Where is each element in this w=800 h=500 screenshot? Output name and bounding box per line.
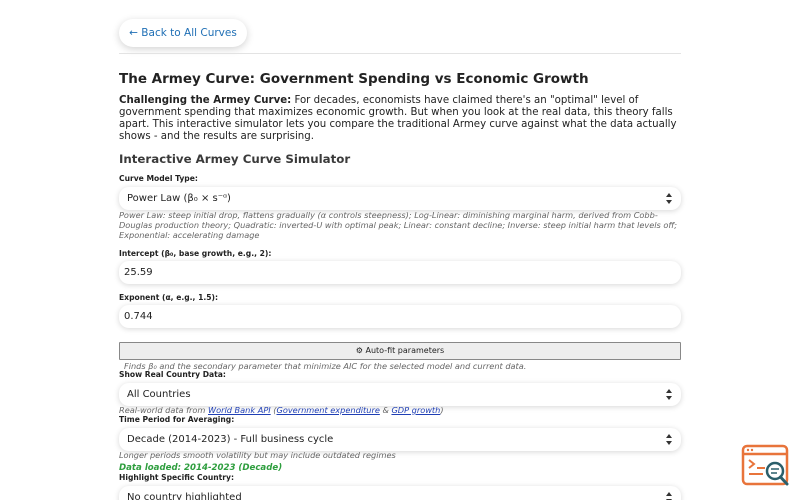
time-period-label: Time Period for Averaging: (119, 415, 235, 424)
intro-bold: Challenging the Armey Curve: (119, 95, 292, 106)
back-to-curves-button[interactable]: ← Back to All Curves (119, 19, 247, 47)
page-title: The Armey Curve: Government Spending vs … (119, 71, 589, 87)
exponent-input[interactable]: 0.744 (119, 305, 681, 328)
search-feedback-icon[interactable] (741, 444, 791, 490)
model-type-select[interactable]: Power Law (β₀ × s⁻ᵅ) (119, 187, 681, 210)
select-arrows-icon (666, 193, 673, 204)
data-loaded-status: Data loaded: 2014-2023 (Decade) (119, 463, 283, 473)
intercept-value: 25.59 (124, 267, 153, 278)
gov-expenditure-link[interactable]: Government expenditure (276, 405, 379, 415)
section-title: Interactive Armey Curve Simulator (119, 152, 351, 166)
intercept-label: Intercept (β₀, base growth, e.g., 2): (119, 249, 272, 258)
hint-close: ) (440, 405, 444, 415)
select-arrows-icon (666, 434, 673, 445)
intro-paragraph: Challenging the Armey Curve: For decades… (119, 95, 679, 143)
model-type-hint: Power Law: steep initial drop, flattens … (119, 210, 678, 240)
model-type-label: Curve Model Type: (119, 174, 198, 183)
hint-prefix: Real-world data from (119, 405, 208, 415)
autofit-button[interactable]: ⚙ Auto-fit parameters (119, 342, 681, 360)
time-period-select[interactable]: Decade (2014-2023) - Full business cycle (119, 428, 681, 451)
search-feedback-icon-svg (741, 444, 789, 486)
highlight-value: No country highlighted (127, 492, 242, 500)
hint-amp: & (379, 405, 392, 415)
worldbank-link[interactable]: World Bank API (208, 405, 271, 415)
model-type-value: Power Law (β₀ × s⁻ᵅ) (127, 193, 231, 204)
country-data-hint: Real-world data from World Bank API (Gov… (119, 405, 681, 415)
country-data-value: All Countries (127, 389, 191, 400)
country-data-label: Show Real Country Data: (119, 370, 226, 379)
exponent-label: Exponent (α, e.g., 1.5): (119, 293, 219, 302)
time-period-value: Decade (2014-2023) - Full business cycle (127, 434, 334, 445)
divider (119, 53, 681, 54)
intercept-input[interactable]: 25.59 (119, 261, 681, 284)
select-arrows-icon (666, 492, 673, 500)
country-data-select[interactable]: All Countries (119, 383, 681, 406)
gdp-growth-link[interactable]: GDP growth (391, 405, 440, 415)
select-arrows-icon (666, 389, 673, 400)
exponent-value: 0.744 (124, 311, 153, 322)
time-period-hint: Longer periods smooth volatility but may… (119, 450, 396, 460)
highlight-label: Highlight Specific Country: (119, 473, 235, 482)
highlight-select[interactable]: No country highlighted (119, 486, 681, 500)
